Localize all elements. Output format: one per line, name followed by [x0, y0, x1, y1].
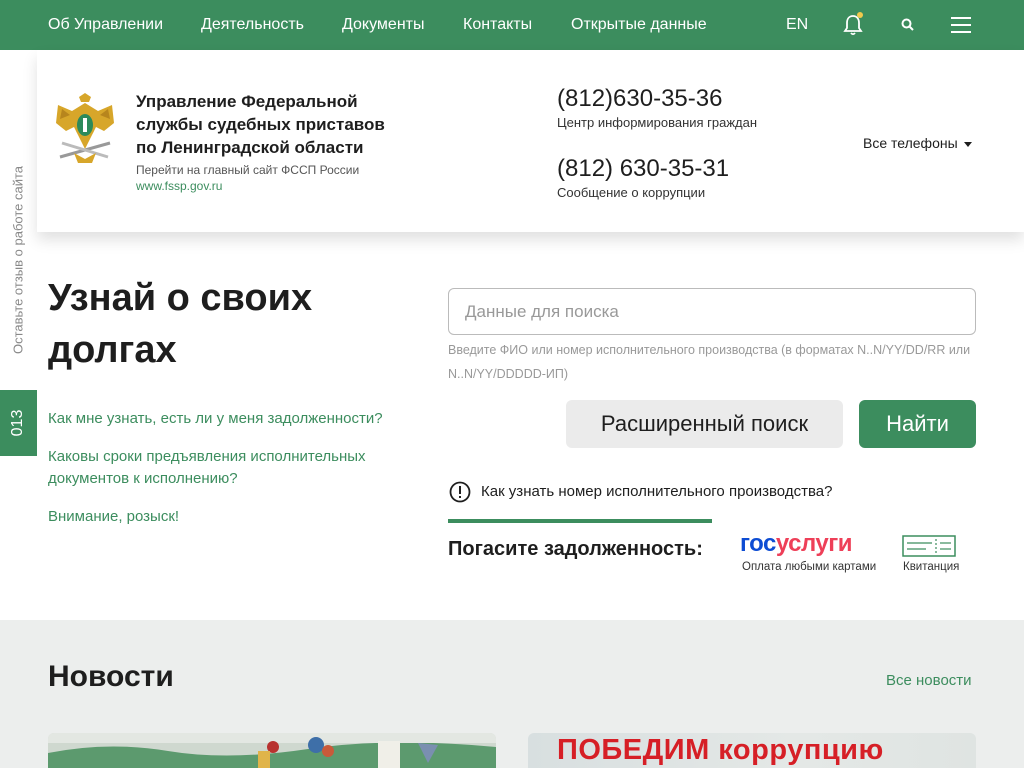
- debts-heading: Узнай о своих долгах: [48, 277, 313, 371]
- main-site-link[interactable]: www.fssp.gov.ru: [136, 179, 222, 193]
- gosuslugi-part2: услуги: [775, 530, 853, 557]
- all-phones-dropdown[interactable]: Все телефоны: [863, 135, 972, 151]
- organization-name: Управление Федеральной службы судебных п…: [136, 92, 385, 157]
- phone-corruption-label: Сообщение о коррупции: [557, 185, 706, 200]
- feedback-label: Оставьте отзыв о работе сайта: [10, 165, 26, 355]
- menu-icon[interactable]: [951, 16, 971, 34]
- receipt-caption[interactable]: Квитанция: [903, 561, 959, 573]
- nav-item-contacts[interactable]: Контакты: [463, 16, 532, 34]
- receipt-icon[interactable]: [902, 535, 956, 557]
- nav-item-about[interactable]: Об Управлении: [48, 16, 163, 34]
- gosuslugi-part1: гос: [740, 530, 776, 557]
- news-image-anticorruption[interactable]: ПОБЕДИМ коррупцию: [528, 733, 976, 768]
- pay-debt-label: Погасите задолженность:: [448, 538, 703, 560]
- all-news-link[interactable]: Все новости: [886, 672, 972, 689]
- how-to-find-number-link[interactable]: Как узнать номер исполнительного произво…: [481, 483, 832, 500]
- faq-link-deadlines[interactable]: Каковы сроки предъявления исполнительных…: [48, 446, 408, 490]
- caret-down-icon: [963, 141, 972, 147]
- debt-search-input[interactable]: [448, 288, 976, 335]
- find-button[interactable]: Найти: [859, 400, 976, 448]
- feedback-tab[interactable]: Оставьте отзыв о работе сайта: [0, 150, 37, 370]
- fssp-emblem-logo[interactable]: [52, 93, 118, 165]
- nav-item-activity[interactable]: Деятельность: [201, 16, 304, 34]
- banner-text: ПОБЕДИМ коррупцию: [557, 734, 884, 766]
- news-image-drawing[interactable]: [48, 733, 496, 768]
- phone-citizen-info[interactable]: (812)630-35-36: [557, 85, 722, 113]
- badge-label: 013: [9, 409, 26, 437]
- phone-corruption[interactable]: (812) 630-35-31: [557, 155, 729, 183]
- nav-item-documents[interactable]: Документы: [342, 16, 424, 34]
- faq-link-wanted[interactable]: Внимание, розыск!: [48, 506, 179, 528]
- gosuslugi-caption[interactable]: Оплата любыми картами: [742, 561, 876, 573]
- notification-dot: [857, 12, 863, 18]
- main-site-text: Перейти на главный сайт ФССП России: [136, 163, 360, 177]
- news-heading: Новости: [48, 660, 174, 693]
- nav-item-open-data[interactable]: Открытые данные: [571, 16, 707, 34]
- faq-link-check-debts[interactable]: Как мне узнать, есть ли у меня задолженн…: [48, 408, 383, 430]
- advanced-search-button[interactable]: Расширенный поиск: [566, 400, 843, 448]
- search-icon[interactable]: [900, 17, 916, 33]
- top-navigation: Об Управлении Деятельность Документы Кон…: [0, 0, 1024, 50]
- gosuslugi-logo[interactable]: госуслуги: [740, 530, 853, 558]
- accessibility-badge[interactable]: 013: [0, 390, 37, 456]
- pay-accent-line: [448, 519, 712, 523]
- all-phones-label: Все телефоны: [863, 135, 958, 151]
- phone-citizen-info-label: Центр информирования граждан: [557, 115, 758, 130]
- search-hint: Введите ФИО или номер исполнительного пр…: [448, 343, 971, 381]
- language-switch[interactable]: EN: [786, 16, 808, 34]
- info-icon: [449, 481, 471, 503]
